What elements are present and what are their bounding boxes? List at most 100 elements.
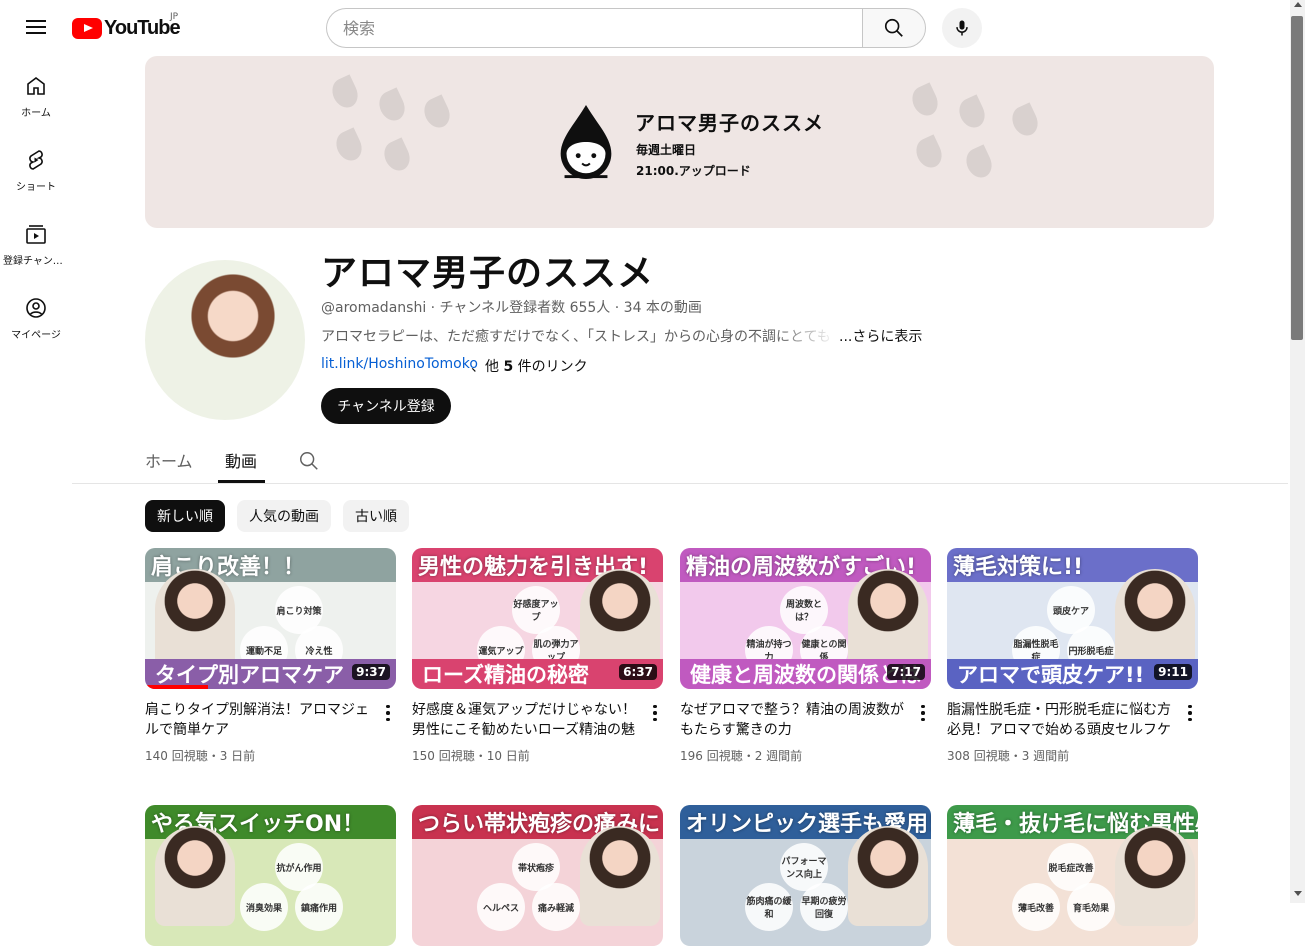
video-thumbnail[interactable]: 肩こり改善！！ 肩こり対策 運動不足 冷え性 タイプ別アロマケア 9:37 — [145, 548, 396, 689]
video-meta: 308 回視聴・3 週間前 — [947, 749, 1070, 763]
video-thumbnail[interactable]: オリンピック選手も愛用!? パフォーマンス向上 筋肉痛の緩和 早期の疲労回復 — [680, 805, 931, 946]
video-thumbnail[interactable]: 薄毛・抜け毛に悩む男性必見脱毛症改善薄毛改善育毛効果 — [947, 805, 1198, 946]
leaf-decoration — [379, 137, 415, 175]
sidebar-item-label: マイページ — [11, 330, 61, 341]
description-more-link[interactable]: ...さらに表示 — [839, 326, 922, 346]
channel-meta: @aromadanshi · チャンネル登録者数 655人 · 34 本の動画 — [321, 300, 702, 316]
more-actions-icon[interactable] — [645, 701, 665, 725]
tabs-divider — [72, 483, 1288, 484]
more-links-count: 5 — [503, 359, 514, 375]
region-code: JP — [170, 12, 179, 22]
youtube-play-icon — [72, 17, 102, 39]
video-duration: 6:37 — [619, 664, 657, 680]
chip-newest[interactable]: 新しい順 — [145, 500, 225, 532]
search-icon — [884, 18, 903, 37]
video-title[interactable]: 好感度＆運気アップだけじゃない！男性にこそ勧めたいローズ精油の魅力 — [412, 700, 642, 740]
channel-external-link[interactable]: lit.link/HoshinoTomoko — [321, 356, 478, 372]
search-box — [326, 8, 926, 48]
sidebar-item-my-page[interactable]: マイページ — [0, 278, 72, 352]
leaf-decoration — [1007, 102, 1043, 140]
shorts-icon — [29, 150, 43, 170]
leaf-decoration — [907, 82, 943, 120]
sidebar-item-home[interactable]: ホーム — [0, 56, 72, 130]
channel-description[interactable]: アロマセラピーは、ただ癒すだけでなく、「ストレス」からの心身の不調にとても — [321, 326, 836, 346]
aroma-drop-logo — [560, 104, 612, 180]
logo-text: YouTube — [104, 16, 181, 39]
watch-progress-bar — [145, 685, 208, 689]
video-meta: 196 回視聴・2 週間前 — [680, 749, 803, 763]
video-duration: 7:17 — [887, 664, 925, 680]
microphone-icon — [956, 20, 968, 36]
video-duration: 9:37 — [352, 664, 390, 680]
leaf-decoration — [961, 144, 997, 182]
banner-schedule-day: 毎週土曜日 — [636, 143, 697, 157]
more-links[interactable]: 、他 5 件のリンク — [471, 356, 588, 376]
leaf-decoration — [327, 74, 363, 112]
home-icon — [27, 77, 45, 95]
top-bar: YouTube JP — [0, 0, 1290, 56]
thumbnail-keyword: 育毛効果 — [1067, 883, 1115, 931]
sidebar-item-label: 登録チャンネル — [3, 256, 69, 267]
banner-schedule-time: 21:00.アップロード — [636, 164, 751, 178]
leaf-decoration — [911, 134, 947, 172]
banner-title: アロマ男子のススメ — [635, 111, 824, 135]
scroll-down-arrow-icon[interactable] — [1294, 891, 1302, 896]
youtube-logo[interactable]: YouTube JP — [72, 12, 181, 39]
presenter-photo — [1115, 569, 1195, 669]
scroll-up-arrow-icon[interactable] — [1294, 2, 1302, 7]
presenter-photo — [580, 569, 660, 669]
more-actions-icon[interactable] — [1180, 701, 1200, 725]
leaf-decoration — [419, 94, 455, 132]
sidebar-item-label: ホーム — [21, 108, 51, 119]
thumbnail-keyword: 鎮痛作用 — [295, 883, 343, 931]
menu-icon[interactable] — [24, 16, 48, 40]
video-thumbnail[interactable]: 薄毛対策に!! 頭皮ケア 脂漏性脱毛症 円形脱毛症 アロマで頭皮ケア!! 9:11 — [947, 548, 1198, 689]
video-title[interactable]: なぜアロマで整う？精油の周波数がもたらす驚きの力 — [680, 700, 910, 740]
channel-banner: アロマ男子のススメ 毎週土曜日 21:00.アップロード — [145, 56, 1214, 228]
channel-name: アロマ男子のススメ — [321, 253, 655, 294]
thumbnail-keyword: 筋肉痛の緩和 — [745, 883, 793, 931]
sidebar-item-shorts[interactable]: ショート — [0, 130, 72, 204]
video-thumbnail[interactable]: やる気スイッチON！ 抗がん作用 消臭効果 鎮痛作用 — [145, 805, 396, 946]
thumbnail-keyword: 早期の疲労回復 — [800, 883, 848, 931]
video-thumbnail[interactable]: 男性の魅力を引き出す! 好感度アップ 運気アップ 肌の弾力アップ ローズ精油の秘密 6:3… — [412, 548, 663, 689]
presenter-photo — [848, 569, 928, 669]
video-thumbnail[interactable]: つらい帯状疱疹の痛みに 帯状疱疹 ヘルペス 痛み軽減 — [412, 805, 663, 946]
presenter-photo — [580, 826, 660, 926]
search-button[interactable] — [862, 8, 926, 48]
thumbnail-keyword: 薄毛改善 — [1012, 883, 1060, 931]
video-duration: 9:11 — [1154, 664, 1192, 680]
scrollbar-thumb[interactable] — [1291, 16, 1303, 340]
more-links-suffix: 件のリンク — [513, 359, 588, 375]
my-page-icon — [26, 298, 46, 318]
video-title[interactable]: 脂漏性脱毛症・円形脱毛症に悩む方必見！アロマで始める頭皮セルフケア — [947, 700, 1177, 740]
thumbnail-keyword: 消臭効果 — [240, 883, 288, 931]
more-actions-icon[interactable] — [913, 701, 933, 725]
channel-avatar — [145, 260, 305, 420]
leaf-decoration — [374, 87, 410, 125]
tab-home[interactable]: ホーム — [145, 448, 193, 472]
thumbnail-keyword: ヘルペス — [477, 883, 525, 931]
video-thumbnail[interactable]: 精油の周波数がすごい! 周波数とは？ 精油が持つ力 健康との関係 健康と周波数の関係とは… — [680, 548, 931, 689]
thumbnail-keyword: 痛み軽減 — [532, 883, 580, 931]
subscriptions-icon — [26, 225, 46, 244]
more-actions-icon[interactable] — [378, 701, 398, 725]
video-meta: 140 回視聴・3 日前 — [145, 749, 256, 763]
more-links-prefix: 、他 — [471, 359, 504, 375]
presenter-photo — [155, 569, 235, 669]
tab-videos[interactable]: 動画 — [225, 448, 257, 472]
leaf-decoration — [954, 94, 990, 132]
leaf-decoration — [331, 127, 367, 165]
search-input[interactable] — [326, 8, 862, 48]
channel-search-icon[interactable] — [298, 450, 320, 472]
presenter-photo — [155, 826, 235, 926]
subscribe-button[interactable]: チャンネル登録 — [321, 388, 451, 424]
sidebar-item-label: ショート — [16, 182, 56, 193]
voice-search-button[interactable] — [942, 8, 982, 48]
video-meta: 150 回視聴・10 日前 — [412, 749, 530, 763]
chip-popular[interactable]: 人気の動画 — [237, 500, 331, 532]
presenter-photo — [1115, 826, 1195, 926]
video-title[interactable]: 肩こりタイプ別解消法！アロマジェルで簡単ケア — [145, 700, 375, 740]
chip-oldest[interactable]: 古い順 — [343, 500, 409, 532]
sidebar-item-subscriptions[interactable]: 登録チャンネル — [0, 204, 72, 278]
